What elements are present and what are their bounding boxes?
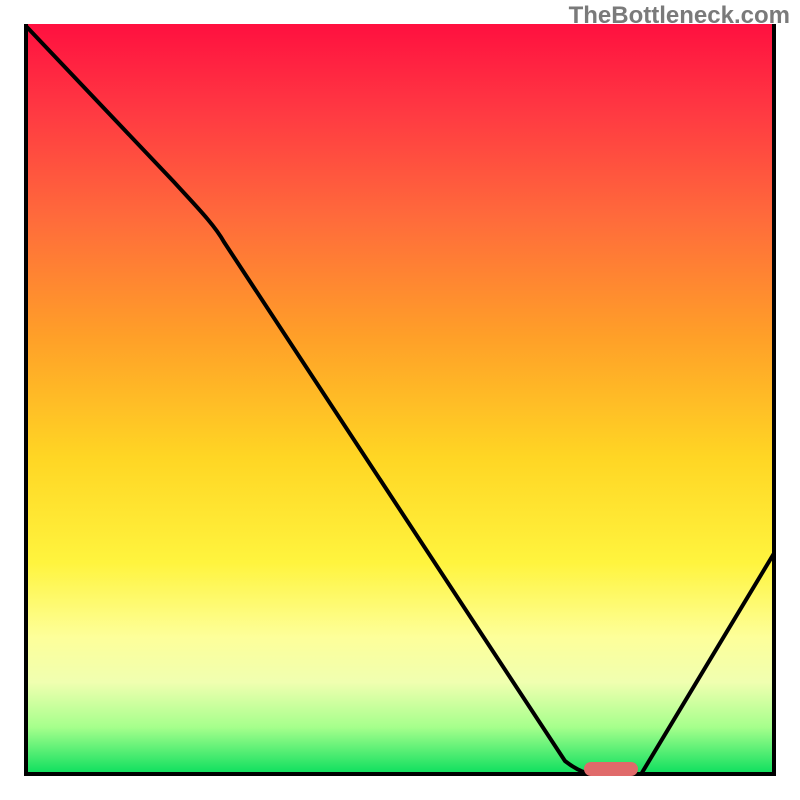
- optimum-marker: [584, 762, 638, 776]
- chart-frame: TheBottleneck.com: [0, 0, 800, 800]
- plot-background: [24, 24, 776, 776]
